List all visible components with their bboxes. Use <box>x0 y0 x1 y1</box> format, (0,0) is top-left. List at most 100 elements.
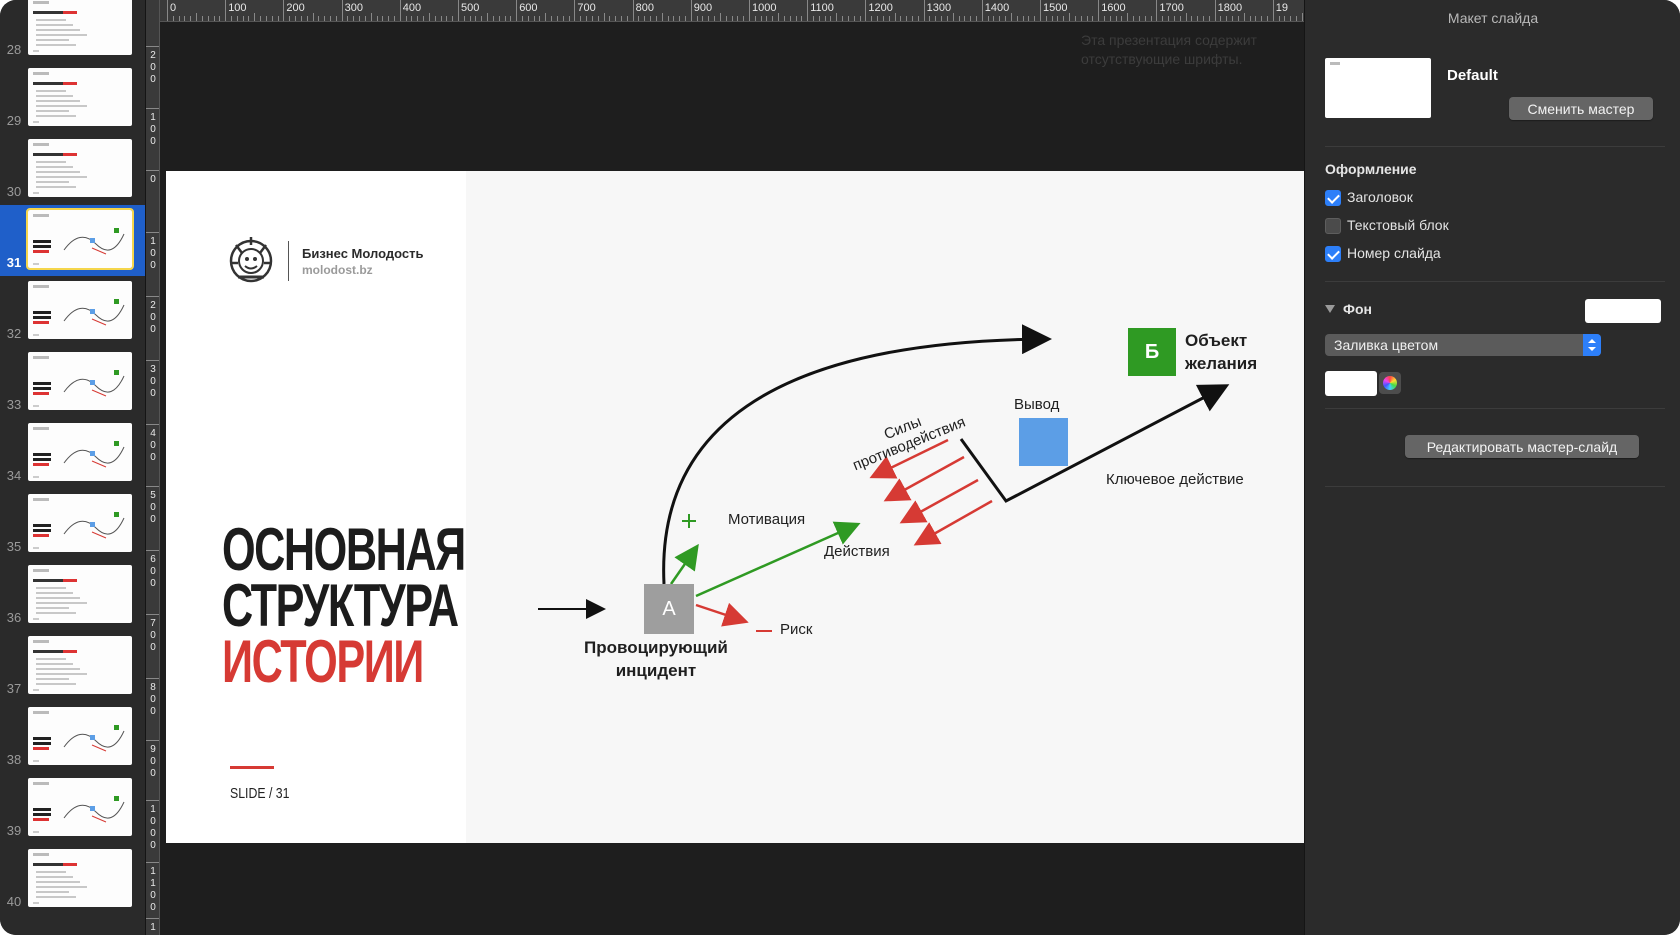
chevron-down-icon[interactable] <box>1325 305 1335 313</box>
ruler-minor-tick <box>609 16 611 21</box>
ruler-minor-tick <box>1069 13 1071 21</box>
background-color-well[interactable] <box>1585 299 1661 323</box>
ruler-major-tick <box>399 0 401 21</box>
ruler-minor-tick <box>603 13 605 21</box>
slide-thumbnail-40[interactable]: 40 <box>0 844 145 915</box>
ruler-minor-tick <box>1051 16 1053 21</box>
ruler-label: 6 0 0 <box>150 554 156 589</box>
ruler-minor-tick <box>743 16 745 21</box>
ruler-minor-tick <box>731 16 733 21</box>
ruler-minor-tick <box>300 16 302 21</box>
ruler-label: 1500 <box>1043 2 1068 14</box>
ruler-major-tick <box>146 678 159 679</box>
conclusion-box <box>1019 418 1068 466</box>
ruler-minor-tick <box>946 16 948 21</box>
ruler-minor-tick <box>818 16 820 21</box>
divider <box>1325 146 1665 147</box>
fill-type-value: Заливка цветом <box>1334 337 1439 353</box>
ruler-minor-tick <box>993 16 995 21</box>
slide-thumbnail-31[interactable]: 31 <box>0 205 145 276</box>
ruler-minor-tick <box>463 16 465 21</box>
ruler-minor-tick <box>1028 16 1030 21</box>
slide-thumbnail-35[interactable]: 35 <box>0 489 145 560</box>
background-label: Фон <box>1343 301 1372 317</box>
ruler-minor-tick <box>1104 16 1106 21</box>
slide-thumbnail-38[interactable]: 38 <box>0 702 145 773</box>
ruler-minor-tick <box>719 13 721 21</box>
ruler-minor-tick <box>894 13 896 21</box>
ruler-minor-tick <box>1086 16 1088 21</box>
ruler-minor-tick <box>958 16 960 21</box>
slide-navigator[interactable]: 28 29 30 31 32 33 34 35 36 37 38 39 40 <box>0 0 146 935</box>
ruler-minor-tick <box>201 16 203 21</box>
thumbnail-preview <box>28 352 132 410</box>
ruler-minor-tick <box>1290 16 1292 21</box>
ruler-minor-tick <box>1080 16 1082 21</box>
ruler-minor-tick <box>1016 16 1018 21</box>
ruler-minor-tick <box>673 16 675 21</box>
ruler-minor-tick <box>504 16 506 21</box>
ruler-minor-tick <box>545 13 547 21</box>
slide-thumbnail-29[interactable]: 29 <box>0 63 145 134</box>
fill-type-select[interactable]: Заливка цветом <box>1325 334 1601 356</box>
keynote-window: 28 29 30 31 32 33 34 35 36 37 38 39 40 0 100 200 300 400… <box>0 0 1680 935</box>
ruler-minor-tick <box>638 16 640 21</box>
color-wheel-icon[interactable] <box>1379 372 1401 394</box>
ruler-minor-tick <box>405 16 407 21</box>
ruler-minor-tick <box>388 16 390 21</box>
ruler-minor-tick <box>1133 16 1135 21</box>
ruler-label: 900 <box>693 2 713 14</box>
ruler-minor-tick <box>213 16 215 21</box>
edit-master-button[interactable]: Редактировать мастер-слайд <box>1405 435 1639 458</box>
ruler-minor-tick <box>359 16 361 21</box>
change-master-button[interactable]: Сменить мастер <box>1509 97 1653 120</box>
slide-thumbnail-37[interactable]: 37 <box>0 631 145 702</box>
slide-thumbnail-36[interactable]: 36 <box>0 560 145 631</box>
ruler-label: 1700 <box>1159 2 1184 14</box>
ruler-minor-tick <box>1005 16 1007 21</box>
ruler-minor-tick <box>830 16 832 21</box>
slide-thumbnail-34[interactable]: 34 <box>0 418 145 489</box>
ruler-minor-tick <box>1045 16 1047 21</box>
ruler-major-tick <box>749 0 750 21</box>
master-thumbnail[interactable] <box>1325 58 1431 118</box>
thumbnail-preview <box>28 423 132 481</box>
ruler-minor-tick <box>702 16 704 21</box>
ruler-minor-tick <box>539 16 541 21</box>
object-box: Б <box>1128 328 1176 376</box>
slide-number-label: 34 <box>6 468 22 483</box>
ruler-minor-tick <box>1162 16 1164 21</box>
appearance-label: Оформление <box>1325 161 1417 177</box>
slide-canvas: Эта презентация содержит отсутствующие ш… <box>161 23 1364 935</box>
ruler-minor-tick <box>1173 16 1175 21</box>
ruler-minor-tick <box>1191 16 1193 21</box>
slide-thumbnail-33[interactable]: 33 <box>0 347 145 418</box>
ruler-minor-tick <box>184 16 186 21</box>
motivation-plus <box>682 514 696 528</box>
object-label: Объект желания <box>1185 331 1258 373</box>
fill-color-swatch[interactable] <box>1325 371 1377 396</box>
slide-thumbnail-28[interactable]: 28 <box>0 0 145 63</box>
slide-thumbnail-39[interactable]: 39 <box>0 773 145 844</box>
slide-31[interactable]: Бизнес Молодость molodost.bz ОСНОВНАЯ СТ… <box>166 171 1364 843</box>
body-checkbox[interactable] <box>1325 218 1341 234</box>
ruler-minor-tick <box>591 16 593 21</box>
ruler-minor-tick <box>411 16 413 21</box>
ruler-minor-tick <box>859 16 861 21</box>
title-checkbox[interactable] <box>1325 190 1341 206</box>
divider <box>1325 408 1665 409</box>
ruler-minor-tick <box>620 16 622 21</box>
slide-thumbnail-30[interactable]: 30 <box>0 134 145 205</box>
slide-layout-inspector: Макет слайда Default Сменить мастер Офор… <box>1304 0 1680 935</box>
slide-thumbnail-32[interactable]: 32 <box>0 276 145 347</box>
ruler-minor-tick <box>306 16 308 21</box>
ruler-minor-tick <box>1237 16 1239 21</box>
incident-box: А <box>644 584 694 634</box>
ruler-minor-tick <box>772 16 774 21</box>
ruler-label: 1 <box>150 922 156 933</box>
ruler-major-tick <box>865 0 867 21</box>
ruler-minor-tick <box>231 16 233 21</box>
ruler-label: 500 <box>461 2 480 14</box>
ruler-minor-tick <box>1179 16 1181 21</box>
slide-number-checkbox[interactable] <box>1325 246 1341 262</box>
